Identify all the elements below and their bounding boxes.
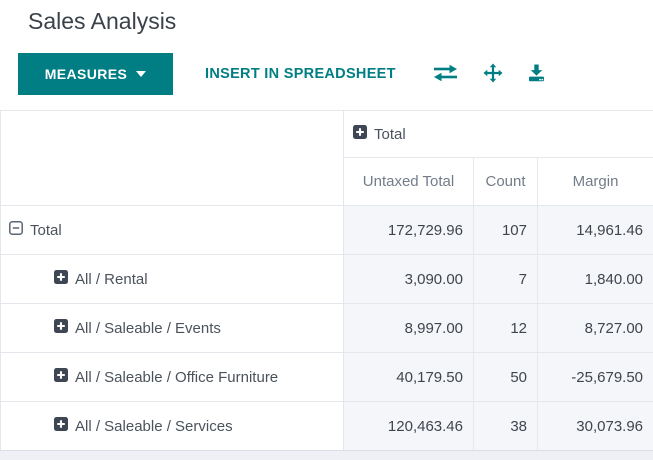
table-footer-strip: [0, 450, 653, 460]
cell-office-furniture-count[interactable]: 50: [473, 352, 538, 402]
row-label: All / Rental: [75, 270, 148, 288]
measure-header-count[interactable]: Count: [473, 157, 538, 206]
pivot-toolbar: MEASURES INSERT IN SPREADSHEET: [18, 53, 550, 95]
cell-total-untaxed[interactable]: 172,729.96: [343, 205, 474, 255]
flip-axis-icon: [432, 64, 459, 85]
download-icon: [527, 64, 546, 85]
flip-axis-button[interactable]: [428, 60, 463, 89]
table-row: All / Saleable / Office Furniture 40,179…: [0, 352, 653, 402]
measures-button-label: MEASURES: [44, 66, 128, 82]
cell-rental-untaxed[interactable]: 3,090.00: [343, 254, 474, 304]
cell-rental-count[interactable]: 7: [473, 254, 538, 304]
cell-events-untaxed[interactable]: 8,997.00: [343, 303, 474, 353]
cell-services-untaxed[interactable]: 120,463.46: [343, 401, 474, 451]
table-row: All / Saleable / Events 8,997.00 12 8,72…: [0, 303, 653, 353]
expand-row-icon[interactable]: [54, 368, 68, 386]
cell-office-furniture-untaxed[interactable]: 40,179.50: [343, 352, 474, 402]
cell-services-count[interactable]: 38: [473, 401, 538, 451]
measure-header-untaxed-total[interactable]: Untaxed Total: [343, 157, 474, 206]
insert-in-spreadsheet-button[interactable]: INSERT IN SPREADSHEET: [197, 60, 404, 88]
cell-office-furniture-margin[interactable]: -25,679.50: [536, 352, 653, 402]
row-header-total[interactable]: Total: [0, 205, 344, 255]
table-row: All / Saleable / Services 120,463.46 38 …: [0, 401, 653, 451]
expand-column-icon[interactable]: [353, 125, 367, 143]
row-label: All / Saleable / Services: [75, 417, 233, 435]
cell-events-count[interactable]: 12: [473, 303, 538, 353]
pivot-table: Total Untaxed Total Count Margin Total 1…: [0, 110, 653, 451]
cell-total-count[interactable]: 107: [473, 205, 538, 255]
collapse-row-icon[interactable]: [9, 221, 23, 239]
cell-services-margin[interactable]: 30,073.96: [536, 401, 653, 451]
pivot-corner-cell: [0, 110, 344, 206]
cell-rental-margin[interactable]: 1,840.00: [536, 254, 653, 304]
page-title: Sales Analysis: [28, 8, 177, 34]
row-header-events[interactable]: All / Saleable / Events: [0, 303, 344, 353]
expand-row-icon[interactable]: [54, 417, 68, 435]
row-label: All / Saleable / Office Furniture: [75, 368, 279, 386]
download-button[interactable]: [523, 60, 550, 89]
row-label: Total: [30, 221, 62, 239]
measure-header-margin[interactable]: Margin: [536, 157, 653, 206]
column-group-total[interactable]: Total: [342, 110, 653, 158]
measures-button[interactable]: MEASURES: [18, 53, 173, 95]
table-row: Total 172,729.96 107 14,961.46: [0, 205, 653, 255]
caret-down-icon: [136, 71, 147, 77]
expand-row-icon[interactable]: [54, 319, 68, 337]
table-row: All / Rental 3,090.00 7 1,840.00: [0, 254, 653, 304]
row-header-services[interactable]: All / Saleable / Services: [0, 401, 344, 451]
row-header-rental[interactable]: All / Rental: [0, 254, 344, 304]
expand-all-button[interactable]: [479, 59, 507, 90]
expand-row-icon[interactable]: [54, 270, 68, 288]
cell-total-margin[interactable]: 14,961.46: [536, 205, 653, 255]
cell-events-margin[interactable]: 8,727.00: [536, 303, 653, 353]
expand-all-icon: [483, 63, 503, 86]
row-header-office-furniture[interactable]: All / Saleable / Office Furniture: [0, 352, 344, 402]
pivot-view: Sales Analysis MEASURES INSERT IN SPREAD…: [0, 0, 653, 460]
column-group-label: Total: [374, 125, 406, 143]
row-label: All / Saleable / Events: [75, 319, 221, 337]
